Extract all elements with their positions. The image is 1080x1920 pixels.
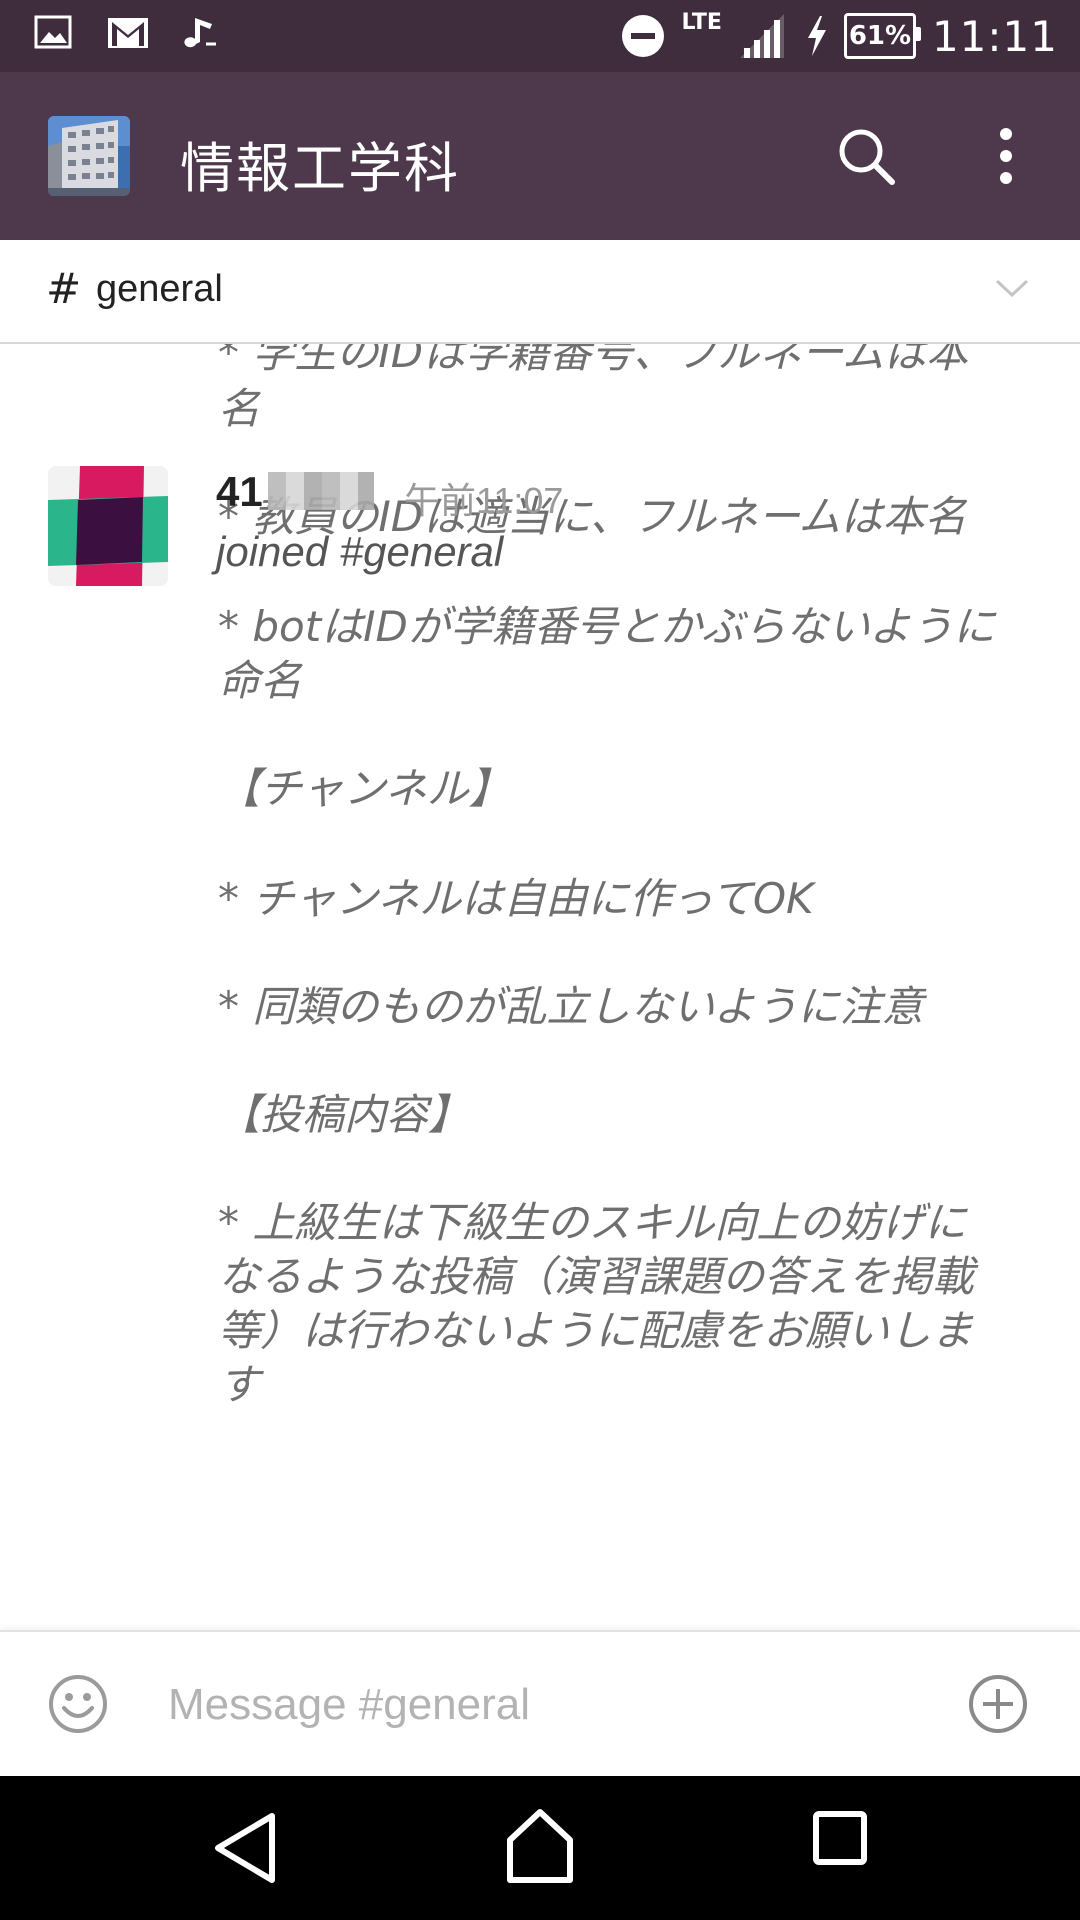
more-vert-icon[interactable] <box>986 124 1026 188</box>
gallery-icon <box>34 15 72 49</box>
channel-name: general <box>96 268 223 310</box>
gmail-icon <box>108 18 148 48</box>
message-timestamp: 午前11:07 <box>404 480 564 521</box>
avatar[interactable] <box>48 466 168 586</box>
message-line: す <box>218 1360 261 1409</box>
notification-icons <box>34 14 220 52</box>
message-line: なるような投稿（演習課題の答えを掲載 <box>218 1252 975 1301</box>
message-composer <box>0 1630 1080 1778</box>
network-type: LTE <box>681 9 722 35</box>
team-avatar[interactable] <box>48 116 130 196</box>
message-input[interactable] <box>168 1672 928 1738</box>
emoji-icon[interactable] <box>46 1672 110 1736</box>
battery-level: 61% <box>848 21 912 51</box>
system-indicators: LTE 61% 11:11 <box>620 0 1058 72</box>
chevron-down-icon[interactable] <box>994 274 1030 302</box>
message-line: 名 <box>218 384 261 433</box>
message-line: * botはIDが学籍番号とかぶらないように <box>218 602 996 651</box>
channel-header[interactable]: # general <box>0 240 1080 344</box>
message-line: 等）は行わないように配慮をお願いしま <box>218 1306 974 1355</box>
join-message-text: joined #general <box>216 528 504 575</box>
message-list[interactable]: * 学生のIDは学籍番号、フルネームは本 名 * 教員のIDは適当に、フルネーム… <box>0 344 1080 1630</box>
do-not-disturb-icon <box>621 15 664 57</box>
add-icon[interactable] <box>966 1672 1030 1736</box>
search-icon[interactable] <box>834 124 898 188</box>
message-line: 命名 <box>218 656 303 705</box>
message-line: * 同類のものが乱立しないように注意 <box>218 982 924 1031</box>
building-image <box>48 116 130 196</box>
message-line: 【チャンネル】 <box>218 764 511 813</box>
channel-hash: # <box>46 264 82 313</box>
status-bar: LTE 61% 11:11 <box>0 0 1080 72</box>
recents-icon[interactable] <box>812 1810 868 1866</box>
signal-icon <box>739 14 784 58</box>
message-line: * 上級生は下級生のスキル向上の妨げに <box>218 1198 967 1247</box>
team-name[interactable]: 情報工学科 <box>180 124 460 203</box>
battery-icon: 61% <box>843 13 921 59</box>
home-icon[interactable] <box>504 1806 576 1886</box>
message-line: 【投稿内容】 <box>218 1090 471 1139</box>
redacted-username <box>268 472 374 510</box>
identicon-image <box>48 466 168 586</box>
app-bar: 情報工学科 <box>0 72 1080 240</box>
system-nav-bar <box>0 1776 1080 1920</box>
message-line: * チャンネルは自由に作ってOK <box>218 874 814 923</box>
music-note-icon <box>184 18 216 48</box>
charging-icon <box>807 16 826 56</box>
back-icon[interactable] <box>210 1810 280 1886</box>
clock: 11:11 <box>931 11 1058 61</box>
message-line: * 学生のIDは学籍番号、フルネームは本 <box>218 344 968 377</box>
message-author[interactable]: 41 <box>216 468 263 516</box>
